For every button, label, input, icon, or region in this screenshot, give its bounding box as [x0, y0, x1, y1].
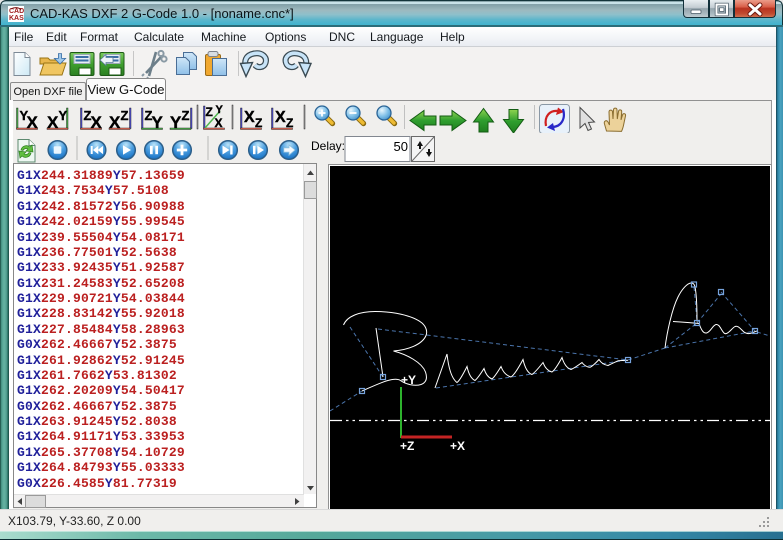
svg-text:Delay:: Delay: — [311, 139, 345, 153]
svg-text:Y: Y — [59, 108, 68, 123]
svg-text:Z: Z — [182, 108, 190, 123]
svg-text:Z: Z — [121, 108, 129, 123]
svg-text:X: X — [109, 113, 121, 132]
svg-text:Z: Z — [286, 116, 293, 130]
svg-text:X: X — [215, 116, 223, 130]
svg-text:Y: Y — [170, 113, 182, 132]
svg-text:KAS: KAS — [9, 15, 24, 22]
svg-text:+X: +X — [450, 439, 465, 453]
svg-text:X: X — [275, 109, 286, 126]
svg-text:+Z: +Z — [400, 439, 414, 453]
svg-text:X: X — [27, 113, 39, 132]
svg-text:+Y: +Y — [401, 373, 416, 387]
svg-text:X: X — [91, 113, 103, 132]
svg-text:Z: Z — [255, 116, 262, 130]
svg-text:X: X — [47, 113, 59, 132]
svg-text:X: X — [244, 109, 255, 126]
svg-text:Z: Z — [206, 105, 213, 119]
svg-text:Y: Y — [152, 113, 164, 132]
svg-text:Y: Y — [216, 104, 224, 116]
svg-text:50: 50 — [394, 139, 408, 154]
